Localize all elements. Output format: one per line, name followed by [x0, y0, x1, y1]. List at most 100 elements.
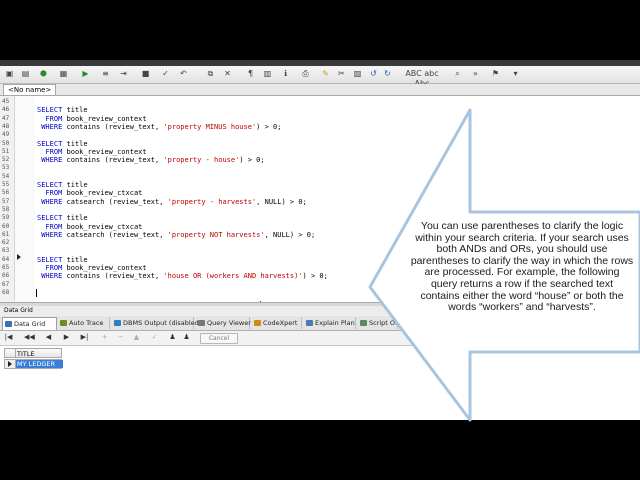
sql-keyword: FROM	[37, 264, 63, 272]
last-record-icon[interactable]: ▶|	[80, 333, 89, 342]
table-row[interactable]: MY LEDGER	[4, 359, 63, 369]
sql-keyword: SELECT	[37, 214, 63, 223]
tab-label: Auto Trace	[69, 319, 104, 327]
cancel-button[interactable]: Cancel	[200, 333, 238, 344]
tab-icon	[198, 320, 205, 326]
describe-icon[interactable]: ℹ	[280, 69, 291, 79]
more-icon[interactable]: ▾	[510, 69, 521, 79]
grid-corner	[5, 349, 16, 357]
line-number: 60	[2, 222, 10, 230]
tab-data-grid[interactable]: Data Grid	[2, 317, 57, 330]
code-line[interactable]: 49	[0, 131, 640, 139]
document-tab-strip: <No name>	[0, 84, 640, 96]
case-buttons-icon[interactable]: ABC abc Abc	[400, 69, 444, 88]
sql-text: title	[62, 106, 88, 115]
sql-keyword: FROM	[37, 222, 63, 231]
open-icon[interactable]: ▤	[20, 69, 31, 79]
rollback-icon[interactable]: ↶	[178, 69, 189, 79]
tab-no-name[interactable]: <No name>	[3, 84, 57, 95]
first-record-icon[interactable]: |◀	[4, 333, 13, 342]
cut-icon[interactable]: ✂	[336, 69, 347, 79]
print-icon[interactable]: ⎙	[300, 69, 311, 79]
tab-codexpert[interactable]: CodeXpert	[252, 317, 302, 329]
new-editor-icon[interactable]: ▣	[4, 69, 15, 79]
next-record-icon[interactable]: ▶	[62, 333, 71, 342]
save-icon[interactable]: ▦	[58, 69, 69, 79]
connect-icon[interactable]: ⬢	[38, 69, 49, 79]
tab-dbms-output-disabled[interactable]: DBMS Output (disabled)	[112, 317, 201, 329]
line-number: 64	[2, 255, 10, 263]
text-caret	[36, 289, 37, 297]
delete-record-icon[interactable]: −	[116, 333, 125, 342]
tab-script-outp[interactable]: Script Outp	[358, 317, 406, 329]
line-number: 61	[2, 230, 10, 238]
code-line[interactable]: 50 SELECT title	[0, 140, 640, 148]
find-icon[interactable]: ⌕	[452, 69, 463, 79]
code-line[interactable]: 55 SELECT title	[0, 181, 640, 189]
post-icon[interactable]: ✓	[150, 333, 159, 342]
line-number: 62	[2, 239, 10, 247]
sql-text: catsearch (review_text,	[62, 230, 168, 239]
tab-icon	[360, 320, 367, 326]
line-number: 63	[2, 247, 10, 255]
code-line[interactable]: 51 FROM book_review_context	[0, 148, 640, 156]
code-text: WHERE contains (review_text, 'property M…	[37, 123, 281, 131]
sql-text: title	[62, 139, 88, 148]
find-next-icon[interactable]: »	[470, 69, 481, 79]
paste-icon[interactable]: ▨	[352, 69, 363, 79]
undo-icon[interactable]: ↺	[368, 69, 379, 79]
code-line[interactable]: 58	[0, 206, 640, 214]
format-icon[interactable]: ¶	[245, 69, 256, 79]
stop-icon[interactable]: ■	[140, 69, 151, 79]
code-line[interactable]: 57 WHERE catsearch (review_text, 'proper…	[0, 198, 640, 206]
table-cell[interactable]: MY LEDGER	[16, 360, 63, 368]
tab-explain-plan[interactable]: Explain Plan	[304, 317, 356, 329]
code-line[interactable]: 46 SELECT title	[0, 106, 640, 114]
edit-icon[interactable]: ▲	[132, 333, 141, 342]
commit-icon[interactable]: ✓	[160, 69, 171, 79]
tab-label: Query Viewer	[207, 319, 251, 327]
tab-label: CodeXpert	[263, 319, 298, 327]
step-icon[interactable]: ⇥	[118, 69, 129, 79]
line-number: 58	[2, 205, 10, 213]
redo-icon[interactable]: ↻	[382, 69, 393, 79]
sql-string: 'property - house'	[163, 156, 240, 165]
tab-auto-trace[interactable]: Auto Trace	[58, 317, 110, 329]
code-text: SELECT title	[37, 140, 88, 148]
tab-query-viewer[interactable]: Query Viewer	[196, 317, 251, 329]
sql-keyword: WHERE	[37, 197, 63, 206]
insert-icon[interactable]: +	[100, 333, 109, 342]
code-line[interactable]: 54	[0, 173, 640, 181]
sql-text: book_review_ctxcat	[62, 222, 143, 231]
prior-page-icon[interactable]: ◀◀	[24, 333, 35, 342]
current-statement-arrow-icon	[17, 254, 21, 260]
delete-icon[interactable]: ✕	[222, 69, 233, 79]
code-line[interactable]: 45	[0, 98, 640, 106]
code-text: WHERE catsearch (review_text, 'property …	[37, 198, 307, 206]
tab-icon	[114, 320, 121, 326]
code-line[interactable]: 48 WHERE contains (review_text, 'propert…	[0, 123, 640, 131]
execute-icon[interactable]: ▶	[80, 69, 91, 79]
column-header-title[interactable]: TITLE	[17, 349, 35, 359]
code-line[interactable]: 52 WHERE contains (review_text, 'propert…	[0, 156, 640, 164]
pin-icon[interactable]: ✎	[320, 69, 331, 79]
copy-icon[interactable]: ⧉	[205, 69, 216, 79]
sql-text: contains (review_text,	[62, 122, 164, 131]
bookmark-icon[interactable]: ⚑	[490, 69, 501, 79]
execute-script-icon[interactable]: ≡	[100, 69, 111, 79]
code-line[interactable]: 56 FROM book_review_ctxcat	[0, 189, 640, 197]
tab-icon	[254, 320, 261, 326]
grid-icon[interactable]: ▥	[262, 69, 273, 79]
code-line[interactable]: 53	[0, 164, 640, 172]
sql-text: book_review_ctxcat	[62, 189, 143, 198]
line-number: 53	[2, 164, 10, 172]
users-icon[interactable]: ♟	[168, 333, 177, 342]
sql-text: title	[62, 214, 88, 223]
tab-label: Explain Plan	[315, 319, 355, 327]
users-icon-2[interactable]: ♟	[182, 333, 191, 342]
sql-text: title	[62, 181, 88, 189]
tab-icon	[60, 320, 67, 326]
code-line[interactable]: 47 FROM book_review_context	[0, 115, 640, 123]
prior-record-icon[interactable]: ◀	[44, 333, 53, 342]
result-grid[interactable]: TITLE MY LEDGER	[0, 346, 640, 420]
